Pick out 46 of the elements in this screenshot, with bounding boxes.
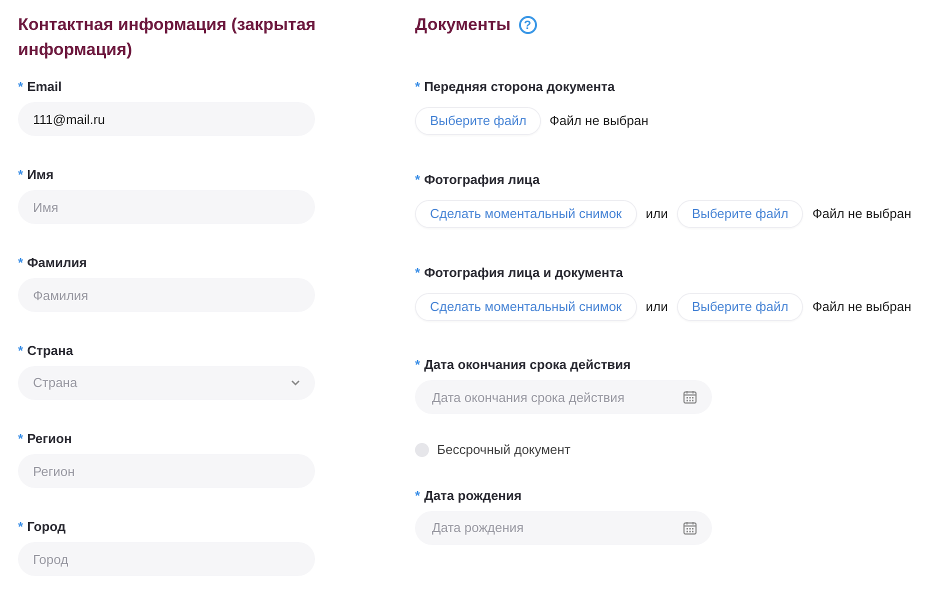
required-mark: * bbox=[18, 430, 24, 448]
file-button[interactable]: Выберите файл bbox=[676, 200, 804, 228]
input-field[interactable]: Город bbox=[18, 542, 315, 576]
field-label: Город bbox=[27, 518, 66, 536]
help-button[interactable]: ? bbox=[518, 16, 537, 34]
input-field[interactable]: Регион bbox=[18, 454, 315, 488]
field-label: Дата рождения bbox=[424, 486, 522, 504]
field-label: Фамилия bbox=[27, 254, 87, 272]
file-button[interactable]: Выберите файл bbox=[676, 293, 804, 321]
section-title: Документы bbox=[415, 14, 511, 36]
required-mark: * bbox=[18, 78, 24, 96]
required-mark: * bbox=[415, 264, 420, 282]
field-label: Email bbox=[27, 78, 62, 96]
calendar-icon[interactable] bbox=[683, 390, 697, 404]
field-label: Фотография лица bbox=[424, 171, 540, 189]
snapshot-button[interactable]: Сделать моментальный снимок bbox=[415, 200, 637, 228]
or-text: или bbox=[646, 205, 668, 224]
field-label: Фотография лица и документа bbox=[424, 264, 623, 282]
required-mark: * bbox=[18, 518, 24, 536]
input-field[interactable]: 111@mail.ru bbox=[18, 102, 315, 136]
field-label: Передняя сторона документа bbox=[424, 78, 615, 96]
chevron-down-icon bbox=[291, 380, 300, 386]
checkbox[interactable] bbox=[415, 442, 429, 457]
required-mark: * bbox=[415, 171, 420, 189]
file-status: Файл не выбран bbox=[549, 112, 648, 130]
select-field[interactable]: Страна bbox=[18, 366, 315, 400]
required-mark: * bbox=[415, 486, 420, 504]
field-label: Дата окончания срока действия bbox=[424, 356, 631, 374]
input-field[interactable]: Фамилия bbox=[18, 278, 315, 312]
checkbox-label: Бессрочный документ bbox=[437, 441, 570, 459]
required-mark: * bbox=[18, 342, 24, 360]
calendar-icon[interactable] bbox=[683, 520, 697, 534]
field-label: Регион bbox=[27, 430, 72, 448]
file-button[interactable]: Выберите файл bbox=[415, 107, 542, 135]
field-label: Имя bbox=[27, 166, 54, 184]
file-status: Файл не выбран bbox=[812, 205, 912, 224]
required-mark: * bbox=[415, 356, 420, 374]
required-mark: * bbox=[18, 254, 24, 272]
field-label: Страна bbox=[27, 342, 74, 360]
snapshot-button[interactable]: Сделать моментальный снимок bbox=[415, 293, 637, 321]
section-title: Контактная информация (закрытая информация) bbox=[18, 14, 317, 61]
file-status: Файл не выбран bbox=[812, 298, 912, 316]
required-mark: * bbox=[415, 78, 420, 96]
required-mark: * bbox=[18, 166, 24, 184]
input-field[interactable]: Имя bbox=[18, 190, 315, 224]
or-text: или bbox=[646, 298, 668, 316]
